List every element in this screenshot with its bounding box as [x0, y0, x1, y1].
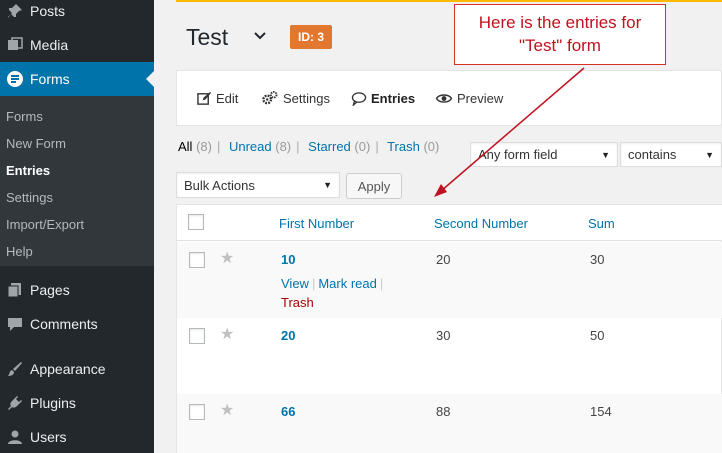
filter-all[interactable]: All	[178, 139, 192, 154]
chevron-down-icon: ▼	[705, 149, 714, 160]
menu-item-users[interactable]: Users	[0, 420, 154, 453]
submenu-settings[interactable]: Settings	[6, 190, 53, 205]
menu-label: Users	[30, 429, 67, 445]
row-actions: View | Mark read | Trash	[281, 276, 384, 310]
annotation-callout: Here is the entries for "Test" form	[454, 4, 666, 65]
form-toolbar: Edit Settings Entries Preview	[176, 70, 722, 126]
star-icon[interactable]: ★	[220, 324, 234, 344]
menu-label: Comments	[30, 316, 98, 332]
filter-starred[interactable]: Starred	[308, 139, 351, 154]
apply-button[interactable]: Apply	[346, 173, 402, 199]
settings-label: Settings	[283, 91, 330, 106]
pin-icon	[0, 3, 30, 19]
menu-label: Plugins	[30, 395, 76, 411]
pages-icon	[0, 282, 30, 298]
cell-sum: 50	[590, 328, 605, 343]
menu-item-pages[interactable]: Pages	[0, 273, 154, 307]
table-row: ★ 66 88 154	[177, 394, 722, 453]
mark-read-link[interactable]: Mark read	[318, 276, 377, 291]
filter-unread-count: (8)	[275, 139, 292, 154]
table-row: ★ 20 30 50	[177, 318, 722, 394]
filter-trash-count: (0)	[423, 139, 440, 154]
row-checkbox[interactable]	[189, 252, 205, 268]
form-id-badge: ID: 3	[290, 25, 333, 49]
cell-first-number[interactable]: 10	[281, 252, 295, 267]
preview-label: Preview	[457, 91, 504, 106]
column-first-number[interactable]: First Number	[279, 216, 354, 231]
filter-trash[interactable]: Trash	[387, 139, 420, 154]
plug-icon	[0, 395, 30, 411]
entries-label: Entries	[371, 91, 416, 106]
submenu-help[interactable]: Help	[6, 244, 33, 259]
view-link[interactable]: View	[281, 276, 309, 291]
eye-icon	[435, 94, 453, 103]
form-field-select-value: Any form field	[478, 147, 558, 162]
user-icon	[0, 429, 30, 445]
filter-starred-count: (0)	[354, 139, 371, 154]
cell-first-number[interactable]: 66	[281, 404, 295, 419]
brush-icon	[0, 361, 30, 377]
filter-unread[interactable]: Unread	[229, 139, 272, 154]
submenu-forms[interactable]: Forms	[6, 109, 43, 124]
gears-icon	[262, 91, 278, 105]
entries-table: First Number Second Number Sum ★ 10 20 3…	[176, 204, 722, 453]
row-checkbox[interactable]	[189, 404, 205, 420]
submenu-entries[interactable]: Entries	[6, 163, 50, 178]
menu-label: Appearance	[30, 361, 106, 377]
star-icon[interactable]: ★	[220, 400, 234, 420]
edit-button[interactable]: Edit	[197, 91, 238, 106]
callout-line-1: Here is the entries for	[478, 13, 642, 32]
select-all-checkbox[interactable]	[188, 214, 204, 230]
menu-item-posts[interactable]: Posts	[0, 0, 154, 28]
cell-sum: 154	[590, 404, 612, 419]
submenu-new-form[interactable]: New Form	[6, 136, 66, 151]
cell-sum: 30	[590, 252, 605, 267]
form-field-select[interactable]: Any form field ▼	[470, 142, 618, 167]
edit-label: Edit	[216, 91, 239, 106]
row-checkbox[interactable]	[189, 328, 205, 344]
column-second-number[interactable]: Second Number	[434, 216, 528, 231]
admin-sidebar: Posts Media Forms Forms New Form Entries…	[0, 0, 154, 453]
cell-second-number: 88	[436, 404, 451, 419]
callout-line-2: "Test" form	[519, 36, 601, 55]
menu-item-forms[interactable]: Forms	[0, 62, 154, 96]
chevron-down-icon: ▼	[323, 180, 332, 190]
speech-bubble-icon	[351, 92, 367, 106]
submenu-import-export[interactable]: Import/Export	[6, 217, 84, 232]
operator-select[interactable]: contains ▼	[620, 142, 722, 167]
menu-item-comments[interactable]: Comments	[0, 307, 154, 341]
settings-button[interactable]: Settings	[261, 91, 330, 106]
cell-first-number[interactable]: 20	[281, 328, 295, 343]
status-filter-links: All (8) | Unread (8) | Starred (0) | Trash …	[178, 139, 440, 154]
cell-second-number: 30	[436, 328, 451, 343]
forms-submenu: Forms New Form Entries Settings Import/E…	[0, 96, 154, 266]
entries-button[interactable]: Entries	[351, 91, 415, 106]
edit-icon	[197, 91, 212, 105]
chevron-down-icon: ▼	[601, 149, 610, 160]
table-row: ★ 10 20 30 View | Mark read | Trash	[177, 242, 722, 318]
star-icon[interactable]: ★	[220, 248, 234, 268]
menu-label: Forms	[30, 71, 70, 87]
preview-button[interactable]: Preview	[435, 91, 503, 106]
menu-label: Pages	[30, 282, 70, 298]
column-sum[interactable]: Sum	[588, 216, 615, 231]
table-header: First Number Second Number Sum	[177, 205, 722, 241]
page-title: Test	[186, 24, 229, 50]
forms-icon	[0, 70, 30, 88]
operator-select-value: contains	[628, 147, 677, 162]
menu-label: Media	[30, 37, 69, 53]
menu-label: Posts	[30, 3, 66, 19]
bulk-actions-select[interactable]: Bulk Actions ▼	[176, 172, 340, 198]
comments-icon	[0, 316, 30, 332]
chevron-down-icon[interactable]	[252, 28, 268, 44]
menu-item-appearance[interactable]: Appearance	[0, 352, 154, 386]
filter-all-count: (8)	[196, 139, 212, 154]
bulk-actions-value: Bulk Actions	[184, 177, 255, 193]
media-icon	[0, 37, 30, 53]
trash-link[interactable]: Trash	[281, 295, 314, 310]
menu-item-plugins[interactable]: Plugins	[0, 386, 154, 420]
menu-item-media[interactable]: Media	[0, 28, 154, 62]
cell-second-number: 20	[436, 252, 451, 267]
